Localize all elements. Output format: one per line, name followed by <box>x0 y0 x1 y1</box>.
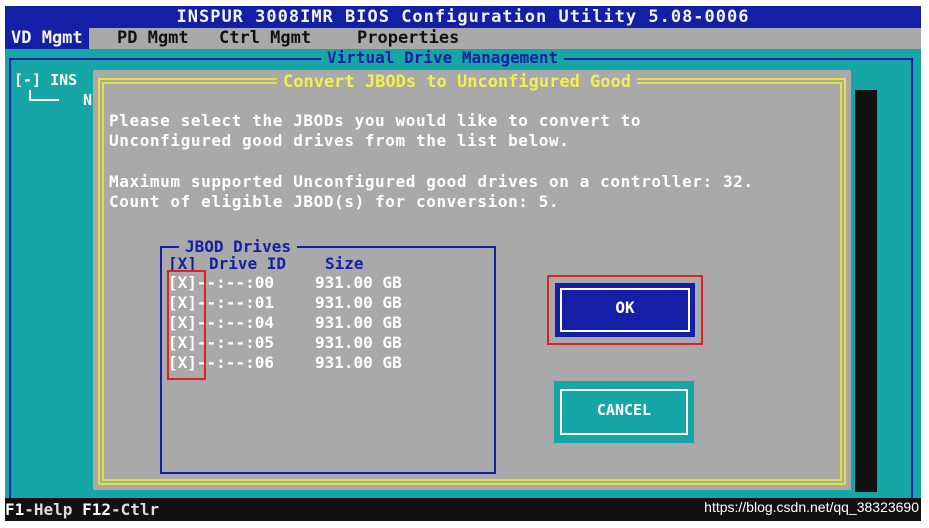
drive-size: 931.00 GB <box>315 353 402 372</box>
dialog-shadow <box>855 90 877 492</box>
f1-help-text: -Help <box>24 500 83 519</box>
menu-bar: VD Mgmt PD Mgmt Ctrl Mgmt Properties <box>5 28 921 49</box>
ok-button-label: OK <box>560 288 690 332</box>
message-line-4: Count of eligible JBOD(s) for conversion… <box>109 192 560 211</box>
menu-vd-mgmt[interactable]: VD Mgmt <box>5 28 89 49</box>
message-line-3: Maximum supported Unconfigured good driv… <box>109 172 754 191</box>
f12-ctlr-text: -Ctlr <box>110 500 160 519</box>
f1-key: F1 <box>5 500 25 519</box>
drive-id: --:--:06 <box>196 353 274 372</box>
drive-id: --:--:04 <box>196 313 274 332</box>
cancel-button-label: CANCEL <box>560 389 688 435</box>
drive-size: 931.00 GB <box>315 333 402 352</box>
drive-id: --:--:00 <box>196 273 274 292</box>
drive-size: 931.00 GB <box>315 273 402 292</box>
tree-connector-horizontal <box>29 99 59 101</box>
drive-id: --:--:01 <box>196 293 274 312</box>
menu-properties[interactable]: Properties <box>351 28 465 49</box>
dialog-title: Convert JBODs to Unconfigured Good <box>277 72 637 92</box>
ok-button[interactable]: OK <box>555 283 695 337</box>
watermark-text: https://blog.csdn.net/qq_38323690 <box>704 499 919 515</box>
cancel-button[interactable]: CANCEL <box>554 381 694 443</box>
bios-screen: INSPUR 3008IMR BIOS Configuration Utilit… <box>5 6 921 521</box>
message-line-2: Unconfigured good drives from the list b… <box>109 131 570 150</box>
drive-id: --:--:05 <box>196 333 274 352</box>
menu-pd-mgmt[interactable]: PD Mgmt <box>111 28 195 49</box>
f12-key: F12 <box>82 500 111 519</box>
app-title: INSPUR 3008IMR BIOS Configuration Utilit… <box>5 6 921 28</box>
panel-title: Virtual Drive Management <box>321 49 565 67</box>
menu-ctrl-mgmt[interactable]: Ctrl Mgmt <box>213 28 317 49</box>
tree-child-item[interactable]: N <box>83 92 92 108</box>
column-header-size: Size <box>325 254 364 273</box>
column-header-drive-id: Drive ID <box>209 254 287 273</box>
drive-size: 931.00 GB <box>315 293 402 312</box>
ok-button-highlight: OK <box>547 275 703 345</box>
tree-root-item[interactable]: [-] INS <box>14 72 77 88</box>
message-line-1: Please select the JBODs you would like t… <box>109 111 642 130</box>
convert-jbod-dialog: Convert JBODs to Unconfigured Good Pleas… <box>93 70 851 490</box>
drive-size: 931.00 GB <box>315 313 402 332</box>
checkbox-column-highlight <box>167 270 206 380</box>
